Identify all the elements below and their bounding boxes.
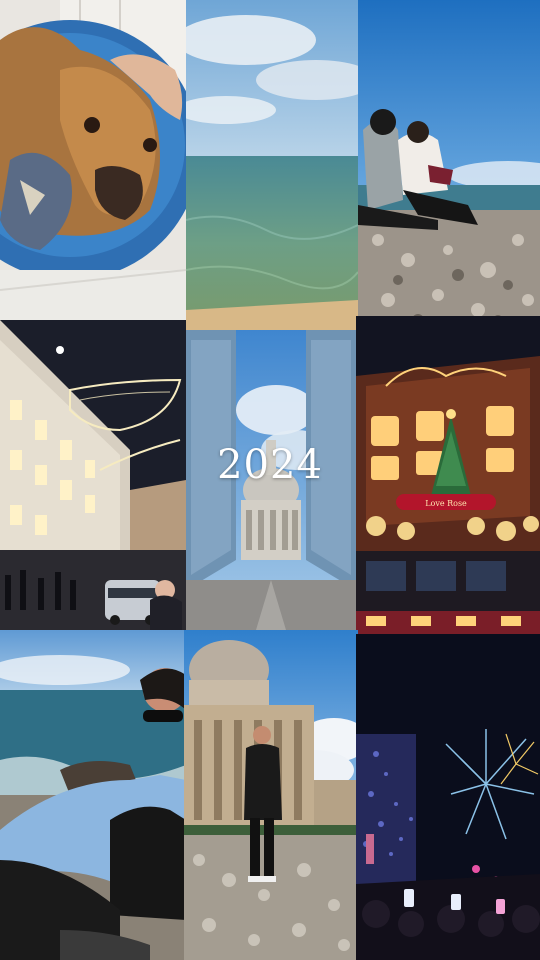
photo-fireworks-crowd [356,634,540,960]
photo-christmas-street [0,320,186,640]
store-sign-text: Love Rose [425,499,467,508]
photo-sea-horizon [186,0,358,330]
photo-couple-on-beach [358,0,540,330]
photo-woman-by-sea [0,630,186,960]
photo-man-radcliffe-camera [184,630,358,960]
photo-dog-on-bed [0,0,186,330]
photo-cathedral-glass-reflection [186,330,356,630]
photo-illuminated-store: Love Rose [356,316,540,640]
photo-collage: Love Rose 2024 [0,0,540,960]
